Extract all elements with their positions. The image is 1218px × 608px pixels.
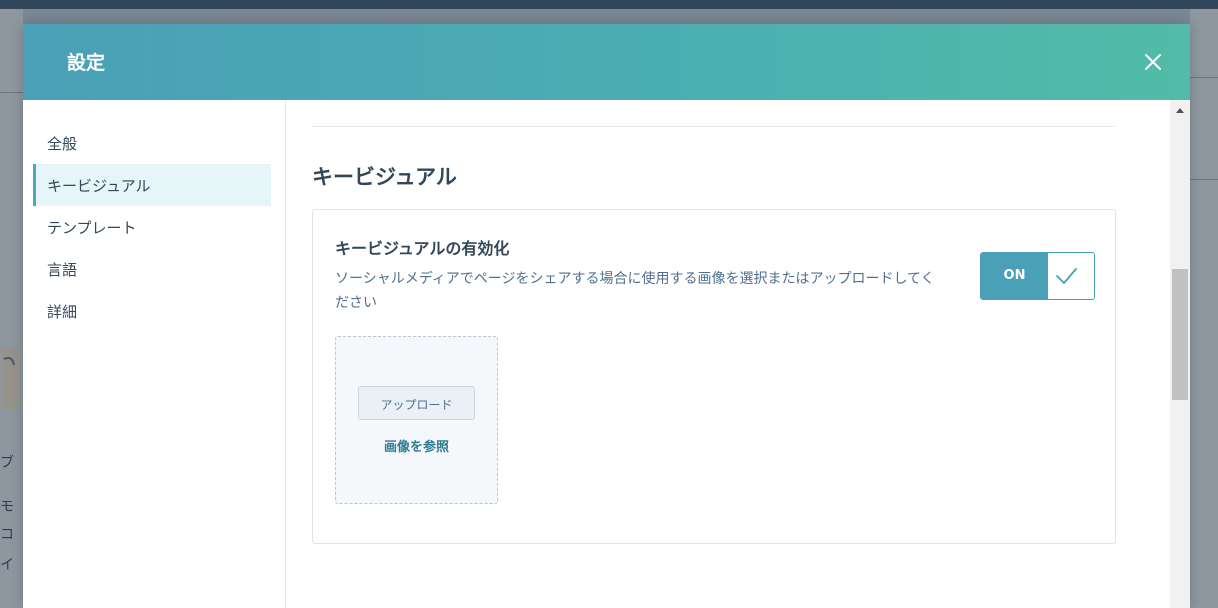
sidebar-item-label: テンプレート [47, 219, 137, 237]
sidebar-item-label: キービジュアル [47, 177, 151, 195]
sidebar-item-general[interactable]: 全般 [33, 122, 271, 164]
toggle-state-text: ON [1003, 268, 1026, 283]
scroll-thumb[interactable] [1172, 269, 1188, 400]
section-divider [312, 126, 1115, 127]
section-title: キービジュアル [312, 165, 457, 189]
sidebar-item-key-visual[interactable]: キービジュアル [33, 164, 271, 206]
arrow-up-icon[interactable] [1175, 106, 1185, 114]
modal-header: 設定 [23, 24, 1190, 100]
settings-sidebar: 全般 キービジュアル テンプレート 言語 詳細 [23, 100, 286, 608]
close-button[interactable] [1141, 50, 1165, 74]
sidebar-item-template[interactable]: テンプレート [33, 206, 271, 248]
background-text-fragment: コ [0, 527, 14, 543]
backdrop-left-strip: ブ モ コ イ [0, 9, 23, 608]
background-text-fragment: モ [0, 499, 14, 515]
close-icon [1145, 54, 1161, 70]
settings-content: キービジュアル キービジュアルの有効化 ソーシャルメディアでページをシェアする場… [286, 100, 1170, 608]
browse-image-link[interactable]: 画像を参照 [336, 436, 497, 455]
sidebar-item-language[interactable]: 言語 [33, 248, 271, 290]
background-illustration-fragment [2, 347, 20, 409]
settings-modal: 設定 全般 キービジュアル テンプレート 言語 詳細 キービジュアル キービジュ… [23, 24, 1190, 608]
content-scrollbar[interactable] [1170, 100, 1190, 608]
card-description: ソーシャルメディアでページをシェアする場合に使用する画像を選択またはアップロード… [335, 271, 935, 311]
checkmark-icon [1056, 268, 1077, 284]
image-dropzone[interactable]: アップロード 画像を参照 [335, 336, 498, 504]
toggle-on-label: ON [981, 253, 1048, 299]
modal-title: 設定 [67, 52, 106, 74]
upload-button-label: アップロード [380, 398, 453, 412]
background-text-fragment: ブ [0, 455, 14, 471]
sidebar-item-label: 詳細 [47, 303, 78, 321]
sidebar-item-advanced[interactable]: 詳細 [33, 290, 271, 332]
sidebar-item-label: 全般 [47, 135, 78, 153]
upload-button[interactable]: アップロード [358, 386, 475, 420]
background-text-fragment: イ [0, 557, 14, 573]
key-visual-card: キービジュアルの有効化 ソーシャルメディアでページをシェアする場合に使用する画像… [312, 209, 1116, 544]
enable-toggle[interactable]: ON [980, 252, 1095, 300]
backdrop-right-strip [1190, 9, 1218, 608]
backdrop-top-bar [0, 0, 1218, 9]
card-title: キービジュアルの有効化 [335, 239, 510, 258]
sidebar-item-label: 言語 [47, 261, 78, 279]
